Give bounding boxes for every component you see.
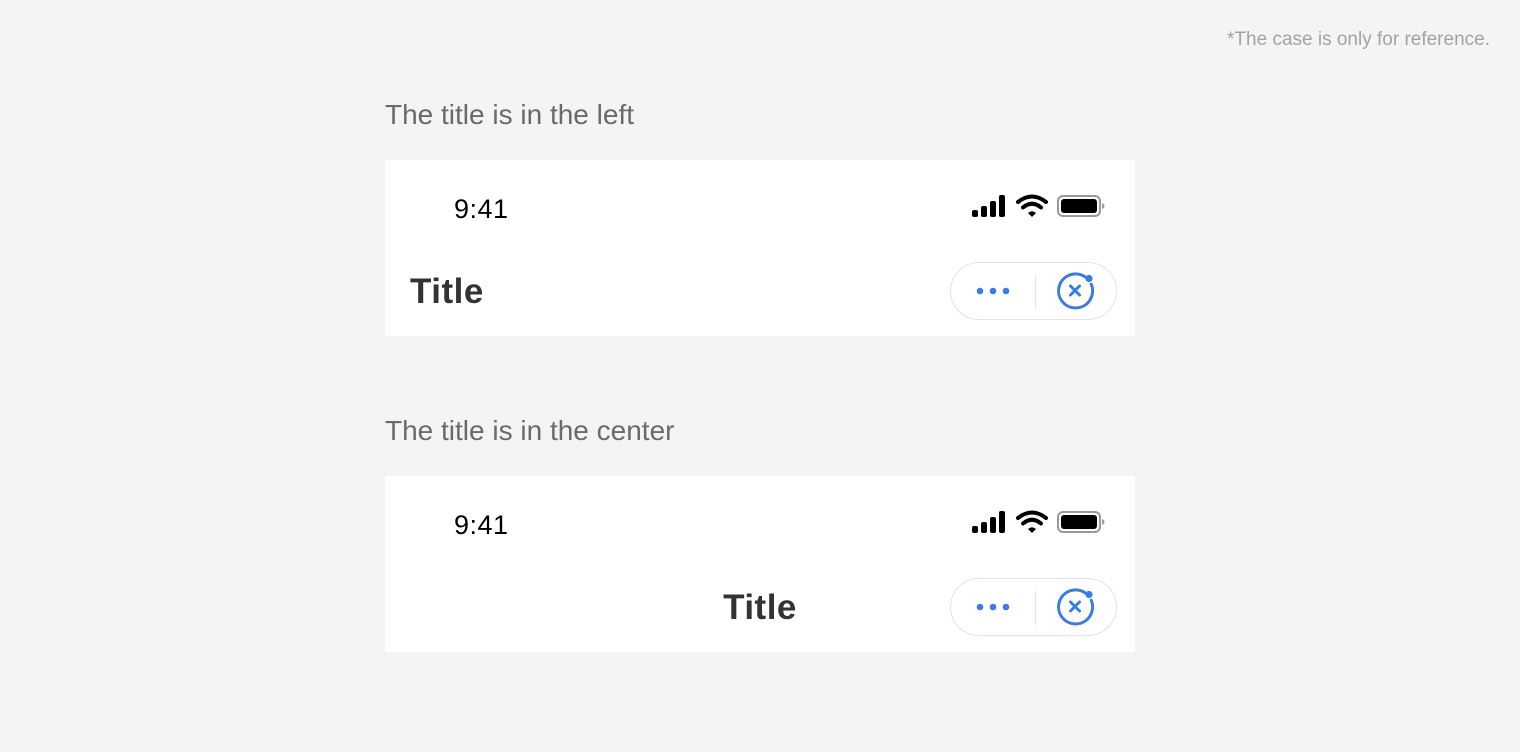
section-label-center: The title is in the center (385, 415, 675, 446)
section-label-left: The title is in the left (385, 99, 635, 130)
more-icon (976, 287, 1010, 295)
status-icons (971, 510, 1105, 534)
navigation-bar-center-title: 9:41 Title (385, 476, 1135, 652)
reference-note: *The case is only for reference. (1227, 29, 1490, 50)
close-icon (1057, 272, 1095, 310)
more-button[interactable] (951, 579, 1035, 635)
close-button[interactable] (1036, 263, 1116, 319)
more-icon (976, 603, 1010, 611)
status-time: 9:41 (454, 510, 509, 540)
capsule-menu (950, 578, 1117, 636)
status-icons (971, 194, 1105, 218)
more-button[interactable] (951, 263, 1035, 319)
status-time: 9:41 (454, 194, 509, 224)
close-button[interactable] (1036, 579, 1116, 635)
signal-icon (972, 511, 1005, 533)
battery-icon (1057, 195, 1105, 217)
page-title: Title (410, 272, 484, 311)
navigation-bar-left-title: 9:41 Title (385, 160, 1135, 336)
capsule-menu (950, 262, 1117, 320)
wifi-icon (1016, 510, 1048, 533)
page-title: Title (723, 588, 797, 627)
battery-icon (1057, 511, 1105, 533)
signal-icon (972, 195, 1005, 217)
close-icon (1057, 588, 1095, 626)
wifi-icon (1016, 194, 1048, 217)
